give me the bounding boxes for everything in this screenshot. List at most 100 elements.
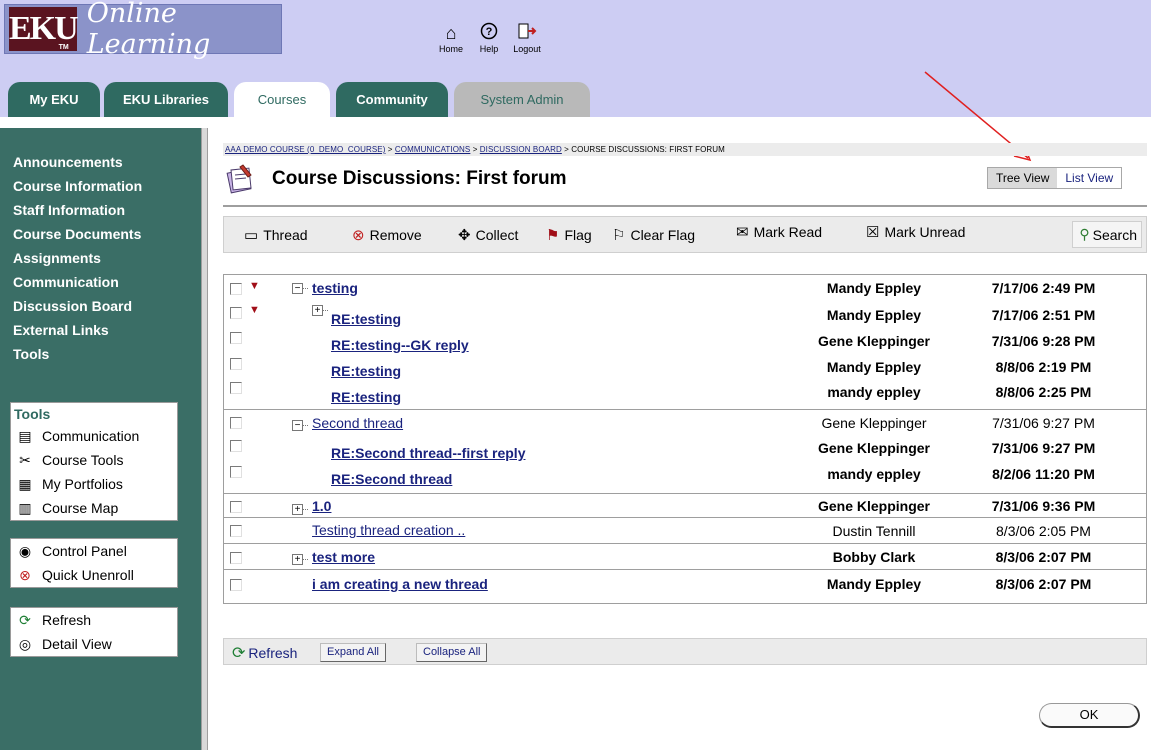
search-button[interactable]: ⚲ Search: [1072, 221, 1142, 248]
quick-unenroll-icon: ⊗: [19, 566, 31, 583]
tool-course-map[interactable]: ▥ Course Map: [11, 496, 177, 520]
breadcrumb-sep: >: [561, 145, 572, 154]
row-checkbox[interactable]: [230, 579, 242, 591]
row-checkbox[interactable]: [230, 332, 242, 344]
thread-date: 7/31/06 9:28 PM: [991, 333, 1096, 349]
list-view-button[interactable]: List View: [1057, 168, 1122, 188]
row-checkbox[interactable]: [230, 358, 242, 370]
home-label: Home: [438, 44, 463, 54]
thread-row: ▼ − testing Mandy Eppley 7/17/06 2:49 PM: [224, 275, 1146, 299]
row-checkbox[interactable]: [230, 283, 242, 295]
control-panel-link[interactable]: ◉ Control Panel: [11, 539, 177, 563]
home-icon: ⌂: [445, 23, 457, 43]
row-checkbox[interactable]: [230, 466, 242, 478]
eku-logo-mark: EKU TM: [9, 7, 79, 51]
remove-icon: ⊗: [352, 227, 365, 244]
tab-courses[interactable]: Courses: [234, 82, 330, 117]
sidebar-refresh-link[interactable]: ⟳ Refresh: [11, 608, 177, 632]
portfolio-icon: ▦: [18, 475, 32, 492]
breadcrumb-communications[interactable]: COMMUNICATIONS: [395, 145, 470, 154]
expand-toggle[interactable]: +: [292, 554, 308, 565]
row-checkbox[interactable]: [230, 440, 242, 452]
thread-author: Mandy Eppley: [826, 576, 922, 592]
thread-date: 7/31/06 9:27 PM: [992, 415, 1095, 431]
expand-toggle[interactable]: +: [292, 504, 308, 515]
home-button[interactable]: ⌂ Home: [436, 22, 466, 54]
nav-course-documents[interactable]: Course Documents: [13, 222, 142, 246]
tools-panel: Tools ▤ Communication ✂ Course Tools ▦ M…: [10, 402, 178, 521]
nav-tools[interactable]: Tools: [13, 342, 142, 366]
collect-button[interactable]: ✥ Collect: [458, 226, 518, 244]
row-checkbox[interactable]: [230, 417, 242, 429]
thread-date: 7/31/06 9:27 PM: [991, 440, 1096, 456]
nav-course-information[interactable]: Course Information: [13, 174, 142, 198]
thread-date: 8/8/06 2:19 PM: [995, 359, 1092, 375]
collapse-toggle[interactable]: −: [292, 283, 308, 294]
collapse-all-button[interactable]: Collapse All: [416, 643, 488, 662]
row-checkbox[interactable]: [230, 382, 242, 394]
thread-date: 8/3/06 2:07 PM: [995, 576, 1092, 592]
thread-subject[interactable]: RE:testing: [331, 389, 401, 405]
logout-button[interactable]: Logout: [512, 22, 542, 54]
detail-view-link[interactable]: ◎ Detail View: [11, 632, 177, 656]
quick-unenroll-link[interactable]: ⊗ Quick Unenroll: [11, 563, 177, 587]
thread-subject[interactable]: i am creating a new thread: [312, 576, 488, 592]
tree-view-button[interactable]: Tree View: [988, 168, 1058, 188]
tool-my-portfolios[interactable]: ▦ My Portfolios: [11, 472, 177, 496]
thread-subject[interactable]: test more: [312, 549, 375, 565]
new-thread-button[interactable]: ▭ Thread: [244, 226, 308, 244]
tool-communication[interactable]: ▤ Communication: [11, 424, 177, 448]
nav-communication[interactable]: Communication: [13, 270, 142, 294]
svg-text:?: ?: [486, 26, 493, 38]
mark-unread-button[interactable]: ☒ Mark Unread: [866, 223, 965, 241]
eku-logo[interactable]: EKU TM Online Learning: [4, 0, 282, 60]
nav-external-links[interactable]: External Links: [13, 318, 142, 342]
search-icon: ⚲: [1079, 226, 1090, 242]
tab-my-eku[interactable]: My EKU: [8, 82, 100, 117]
tool-course-tools[interactable]: ✂ Course Tools: [11, 448, 177, 472]
top-icon-bar: ⌂ Home ? Help Logout: [436, 22, 542, 54]
row-checkbox[interactable]: [230, 307, 242, 319]
thread-row: RE:Second thread mandy eppley 8/2/06 11:…: [224, 459, 1146, 493]
logo-text: Online Learning: [86, 0, 211, 60]
breadcrumb-course[interactable]: AAA DEMO COURSE (0_DEMO_COURSE): [225, 145, 385, 154]
thread-author: Bobby Clark: [832, 549, 916, 565]
expand-toggle[interactable]: +: [312, 305, 328, 316]
thread-author: Gene Kleppinger: [821, 415, 927, 431]
thread-subject[interactable]: RE:Second thread: [331, 471, 452, 487]
row-checkbox[interactable]: [230, 525, 242, 537]
logo-mark-text: EKU: [9, 10, 79, 47]
row-checkbox[interactable]: [230, 552, 242, 564]
tab-community[interactable]: Community: [336, 82, 448, 117]
remove-button[interactable]: ⊗ Remove: [352, 226, 422, 244]
thread-subject[interactable]: Second thread: [312, 415, 403, 431]
ok-button[interactable]: OK: [1039, 703, 1140, 728]
thread-subject[interactable]: Testing thread creation ..: [312, 522, 465, 538]
nav-staff-information[interactable]: Staff Information: [13, 198, 142, 222]
detail-view-icon: ◎: [18, 635, 32, 652]
breadcrumb-sep: >: [470, 145, 480, 154]
help-button[interactable]: ? Help: [474, 22, 504, 54]
expand-all-button[interactable]: Expand All: [320, 643, 386, 662]
row-checkbox[interactable]: [230, 501, 242, 513]
thread-row: RE:testing mandy eppley 8/8/06 2:25 PM: [224, 375, 1146, 409]
tab-system-admin[interactable]: System Admin: [454, 82, 590, 117]
new-thread-label: Thread: [263, 227, 308, 243]
clear-flag-button[interactable]: ⚐ Clear Flag: [612, 226, 695, 244]
thread-subject[interactable]: testing: [312, 280, 358, 296]
nav-assignments[interactable]: Assignments: [13, 246, 142, 270]
refresh-button[interactable]: ⟳ Refresh: [232, 643, 297, 663]
nav-discussion-board[interactable]: Discussion Board: [13, 294, 142, 318]
thread-author: Gene Kleppinger: [817, 498, 931, 514]
tab-eku-libraries[interactable]: EKU Libraries: [104, 82, 228, 117]
thread-date: 8/8/06 2:25 PM: [995, 384, 1092, 400]
logout-icon: [517, 22, 537, 44]
page-title: Course Discussions: First forum: [272, 168, 567, 189]
nav-announcements[interactable]: Announcements: [13, 150, 142, 174]
thread-subject[interactable]: 1.0: [312, 498, 331, 514]
collapse-toggle[interactable]: −: [292, 420, 308, 431]
breadcrumb-discussion-board[interactable]: DISCUSSION BOARD: [480, 145, 562, 154]
flag-button[interactable]: ⚑ Flag: [546, 226, 592, 244]
thread-row: − Second thread Gene Kleppinger 7/31/06 …: [224, 409, 1146, 433]
mark-read-button[interactable]: ✉ Mark Read: [736, 223, 822, 241]
